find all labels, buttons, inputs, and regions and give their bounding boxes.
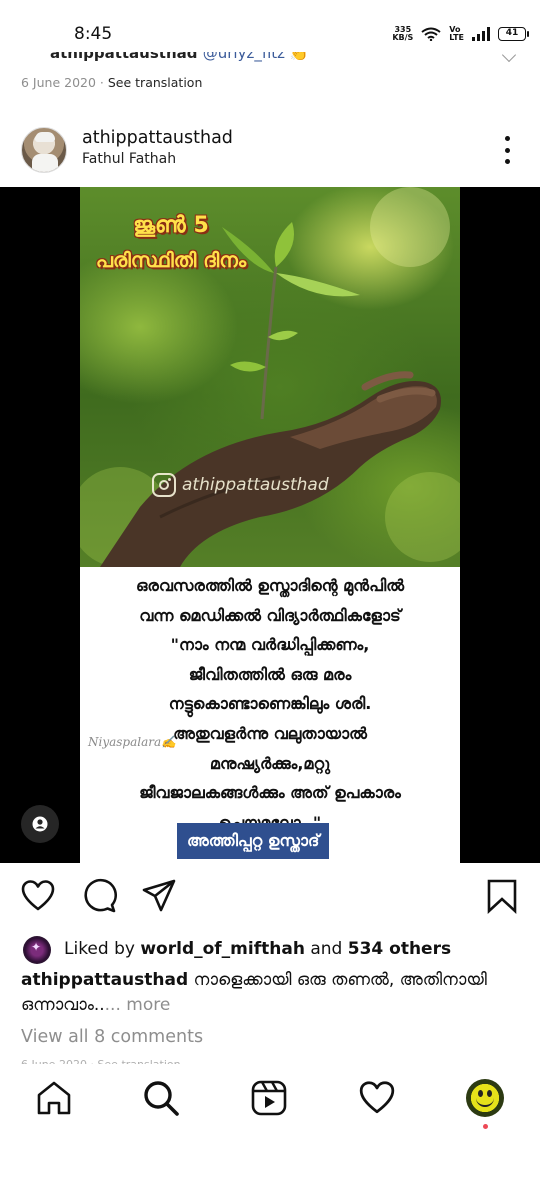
likes-count[interactable]: 534 others <box>348 939 451 959</box>
see-translation-link[interactable]: See translation <box>108 75 203 90</box>
bookmark-icon <box>487 879 517 914</box>
quote-panel: ഒരവസരത്തിൽ ഉസ്താദിന്റെ മുൻപിൽ വന്ന മെഡിക… <box>80 567 460 863</box>
quote-line: വന്ന മെഡിക്കൽ വിദ്യാർത്ഥികളോട് <box>139 605 401 625</box>
liker-username[interactable]: world_of_mifthah <box>140 939 305 959</box>
post-caption: athippattausthad നാളെക്കായി ഒരു തണൽ, അതി… <box>21 968 521 1018</box>
bottom-navigation <box>0 1066 540 1130</box>
status-bar: 8:45 335 KB/S Vo LTE 41 <box>0 0 540 46</box>
likes-summary[interactable]: Liked by world_of_mifthah and 534 others <box>64 939 451 959</box>
post-photo: ജൂൺ 5 പരിസ്ഥിതി ദിനം athippattausthad <box>80 187 460 567</box>
chevron-down-icon[interactable] <box>501 47 517 63</box>
avatar-mouth <box>476 1098 494 1107</box>
heart-icon <box>21 880 55 911</box>
post-date: 6 June 2020 · See translation <box>21 1058 181 1064</box>
wifi-icon <box>421 27 441 41</box>
post-username[interactable]: athippattausthad <box>82 128 233 148</box>
user-tag-button[interactable] <box>21 805 59 843</box>
likes-prefix: Liked by <box>64 939 141 959</box>
dot-icon <box>504 159 510 164</box>
quote-line: മനുഷ്യർക്കും,മറ്റു <box>209 753 331 773</box>
quote-line: നട്ടുകൊണ്ടാണെങ്കിലും ശരി. <box>168 694 372 714</box>
search-icon <box>144 1081 179 1116</box>
signal-icon <box>472 27 490 41</box>
heart-icon <box>359 1081 395 1114</box>
status-icons: 335 KB/S Vo LTE 41 <box>392 26 529 42</box>
avatar-eye <box>478 1090 483 1097</box>
author-label: അത്തിപ്പറ്റ ഉസ്താദ് <box>177 823 330 859</box>
dot-icon <box>504 147 510 153</box>
quote-line: ജീവിതത്തിൽ ഒരു മരം <box>188 664 352 684</box>
author-avatar[interactable] <box>21 127 67 173</box>
caption-username[interactable]: athippattausthad <box>21 970 188 990</box>
post-actions <box>0 872 540 920</box>
volte-bottom: LTE <box>449 33 464 42</box>
network-speed: 335 KB/S <box>392 26 413 42</box>
status-time: 8:45 <box>74 24 113 44</box>
quote-line: ഒരവസരത്തിൽ ഉസ്താദിന്റെ മുൻപിൽ <box>135 576 405 595</box>
previous-caption-mention[interactable]: @uriyz_fitz 👏 <box>203 52 309 62</box>
post-header: athippattausthad Fathul Fathah <box>0 120 540 180</box>
previous-post-caption: athippattausthad @uriyz_fitz 👏 <box>50 52 309 64</box>
image-watermark: athippattausthad <box>152 473 329 497</box>
avatar-eye <box>487 1090 492 1097</box>
post-location[interactable]: Fathul Fathah <box>82 151 176 167</box>
quote-text: ഒരവസരത്തിൽ ഉസ്താദിന്റെ മുൻപിൽ വന്ന മെഡിക… <box>80 567 460 837</box>
nav-reels[interactable] <box>249 1078 289 1118</box>
instagram-icon <box>152 473 176 497</box>
watermark-text: athippattausthad <box>182 475 329 495</box>
profile-avatar <box>466 1079 504 1117</box>
comment-icon <box>84 878 117 913</box>
quote-line: ജീവജാലകങ്ങൾക്കും അത് ഉപകാരം <box>139 783 401 803</box>
share-button[interactable] <box>141 878 177 914</box>
battery-icon: 41 <box>498 27 529 41</box>
previous-caption-user[interactable]: athippattausthad <box>50 52 198 62</box>
comment-button[interactable] <box>81 878 117 914</box>
meta-separator: · <box>95 75 108 90</box>
quote-line: "നാം നന്മ വർദ്ധിപ്പിക്കണം, <box>170 635 370 655</box>
more-options-button[interactable] <box>502 136 512 164</box>
notification-dot <box>483 1124 488 1129</box>
previous-post-date: 6 June 2020 <box>21 75 96 90</box>
save-button[interactable] <box>484 878 520 914</box>
view-all-comments-link[interactable]: View all 8 comments <box>21 1027 203 1047</box>
credit-mark: Niyaspalara✍ <box>88 735 177 749</box>
liker-avatar[interactable] <box>23 936 51 964</box>
nav-home[interactable] <box>34 1078 74 1118</box>
previous-post-meta: 6 June 2020 · See translation <box>21 75 202 90</box>
likes-middle: and <box>304 939 348 959</box>
dot-icon <box>504 136 510 141</box>
image-title: ജൂൺ 5 പരിസ്ഥിതി ദിനം <box>86 209 256 277</box>
nav-activity[interactable] <box>357 1078 397 1118</box>
likes-row[interactable]: Liked by world_of_mifthah and 534 others <box>0 934 540 966</box>
post-image[interactable]: ജൂൺ 5 പരിസ്ഥിതി ദിനം athippattausthad ഒര… <box>0 187 540 863</box>
home-icon <box>37 1081 71 1115</box>
like-button[interactable] <box>20 878 56 914</box>
network-speed-unit: KB/S <box>392 33 414 42</box>
user-tag-icon <box>32 816 48 832</box>
image-title-line2: പരിസ്ഥിതി ദിനം <box>95 248 247 272</box>
nav-profile[interactable] <box>465 1078 505 1118</box>
image-title-line1: ജൂൺ 5 <box>133 213 209 238</box>
caption-more-link[interactable]: ... more <box>105 995 171 1015</box>
reels-icon <box>251 1080 287 1116</box>
send-icon <box>142 879 176 912</box>
volte-indicator: Vo LTE <box>449 26 464 42</box>
nav-search[interactable] <box>141 1078 181 1118</box>
